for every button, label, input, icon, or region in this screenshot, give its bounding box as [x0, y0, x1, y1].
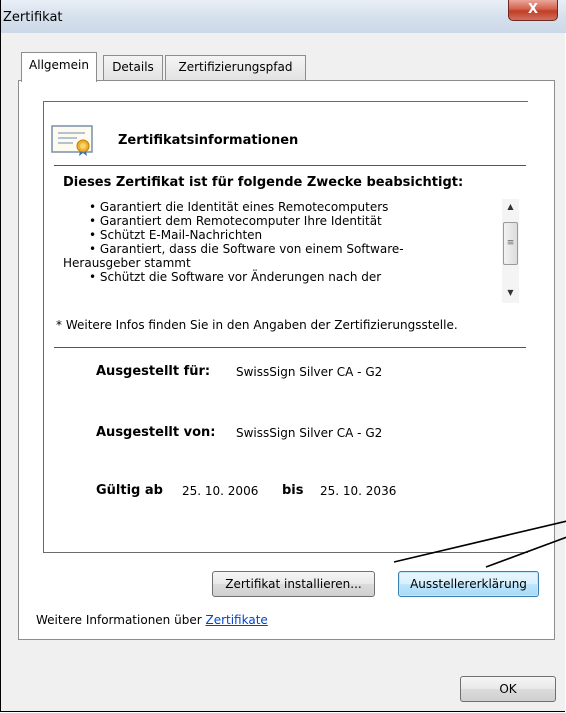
- certificate-dialog: Zertifikat X Allgemein Details Zertifizi…: [0, 0, 566, 712]
- annotation-arrow-lines: [393, 520, 566, 568]
- tab-allgemein[interactable]: Allgemein: [21, 52, 97, 82]
